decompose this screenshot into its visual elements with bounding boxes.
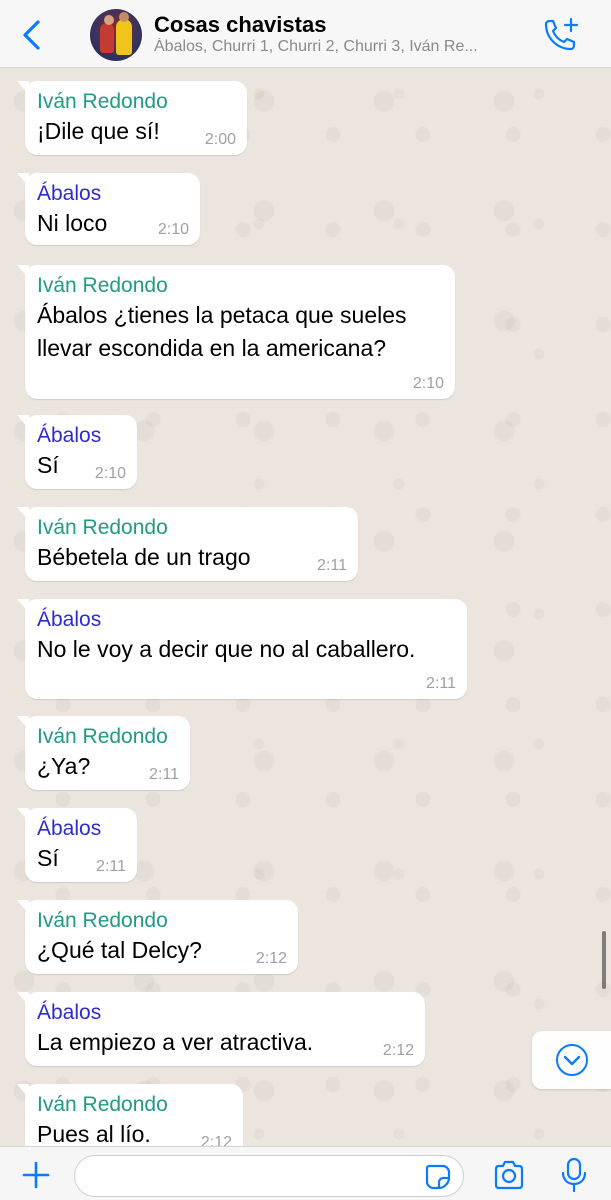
message-time: 2:11 xyxy=(317,557,347,574)
message-time: 2:12 xyxy=(382,1042,414,1059)
message-bubble[interactable]: Iván Redondo Pues al lío. 2:12 xyxy=(17,1084,243,1146)
message-sender: Ábalos xyxy=(37,182,102,205)
message-bubble[interactable]: Ábalos Sí 2:11 xyxy=(17,808,137,882)
back-button[interactable] xyxy=(16,18,46,52)
message-bubble[interactable]: Ábalos La empiezo a ver atractiva. 2:12 xyxy=(17,992,425,1066)
message-bubble[interactable]: Iván Redondo ¿Ya? 2:11 xyxy=(17,716,190,790)
add-call-button[interactable] xyxy=(540,16,580,54)
message-sender: Ábalos xyxy=(37,1001,102,1024)
sticker-icon xyxy=(425,1164,451,1190)
input-bar xyxy=(0,1146,611,1200)
message-text: Bébetela de un trago xyxy=(37,544,251,570)
chevron-left-icon xyxy=(23,20,40,50)
message-sender: Iván Redondo xyxy=(37,516,168,539)
message-sender: Iván Redondo xyxy=(37,909,168,932)
chat-area[interactable]: Iván Redondo ¡Dile que sí! 2:00 Ábalos N… xyxy=(0,68,611,1146)
camera-button[interactable] xyxy=(492,1159,526,1191)
message-sender: Iván Redondo xyxy=(37,90,168,113)
message-time: 2:10 xyxy=(412,375,444,392)
group-title[interactable]: Cosas chavistas xyxy=(154,12,326,38)
message-text: Ábalos ¿tienes la petaca que sueles xyxy=(37,302,407,328)
message-time: 2:12 xyxy=(255,950,287,967)
camera-icon xyxy=(494,1160,524,1190)
message-bubble[interactable]: Ábalos No le voy a decir que no al cabal… xyxy=(17,599,467,699)
message-time: 2:10 xyxy=(157,221,189,238)
microphone-icon xyxy=(561,1157,587,1193)
message-text: La empiezo a ver atractiva. xyxy=(37,1029,314,1055)
message-bubble[interactable]: Ábalos Sí 2:10 xyxy=(17,415,137,489)
message-sender: Ábalos xyxy=(37,817,102,840)
message-bubble[interactable]: Iván Redondo ¡Dile que sí! 2:00 xyxy=(17,81,247,155)
message-time: 2:11 xyxy=(96,858,126,875)
message-bubble[interactable]: Iván Redondo Ábalos ¿tienes la petaca qu… xyxy=(17,265,455,399)
message-sender: Iván Redondo xyxy=(37,725,168,748)
plus-icon xyxy=(22,1161,50,1189)
message-bubble[interactable]: Iván Redondo Bébetela de un trago 2:11 xyxy=(17,507,358,581)
add-call-icon xyxy=(544,17,579,51)
message-text: llevar escondida en la americana? xyxy=(37,335,387,361)
message-bubble[interactable]: Iván Redondo ¿Qué tal Delcy? 2:12 xyxy=(17,900,298,974)
chat-header: Cosas chavistas Ábalos, Churri 1, Churri… xyxy=(0,0,611,68)
message-sender: Iván Redondo xyxy=(37,274,168,297)
message-time: 2:12 xyxy=(200,1134,232,1146)
attach-button[interactable] xyxy=(20,1159,52,1191)
message-text: No le voy a decir que no al caballero. xyxy=(37,636,416,662)
message-sender: Iván Redondo xyxy=(37,1093,168,1116)
message-text: ¿Qué tal Delcy? xyxy=(37,937,202,963)
message-sender: Ábalos xyxy=(37,608,102,631)
scroll-to-bottom-button[interactable] xyxy=(532,1031,611,1089)
group-participants[interactable]: Ábalos, Churri 1, Churri 2, Churri 3, Iv… xyxy=(154,38,526,56)
chevron-down-circle-icon xyxy=(556,1044,588,1076)
message-input[interactable] xyxy=(74,1155,464,1197)
message-time: 2:11 xyxy=(426,675,456,692)
message-time: 2:10 xyxy=(94,465,126,482)
sticker-button[interactable] xyxy=(424,1163,452,1191)
scroll-indicator[interactable] xyxy=(602,931,606,989)
message-time: 2:11 xyxy=(149,766,179,783)
group-avatar[interactable] xyxy=(90,9,142,61)
microphone-button[interactable] xyxy=(560,1157,588,1193)
message-sender: Ábalos xyxy=(37,424,102,447)
message-bubble[interactable]: Ábalos Ni loco 2:10 xyxy=(17,173,200,245)
message-time: 2:00 xyxy=(204,131,236,148)
